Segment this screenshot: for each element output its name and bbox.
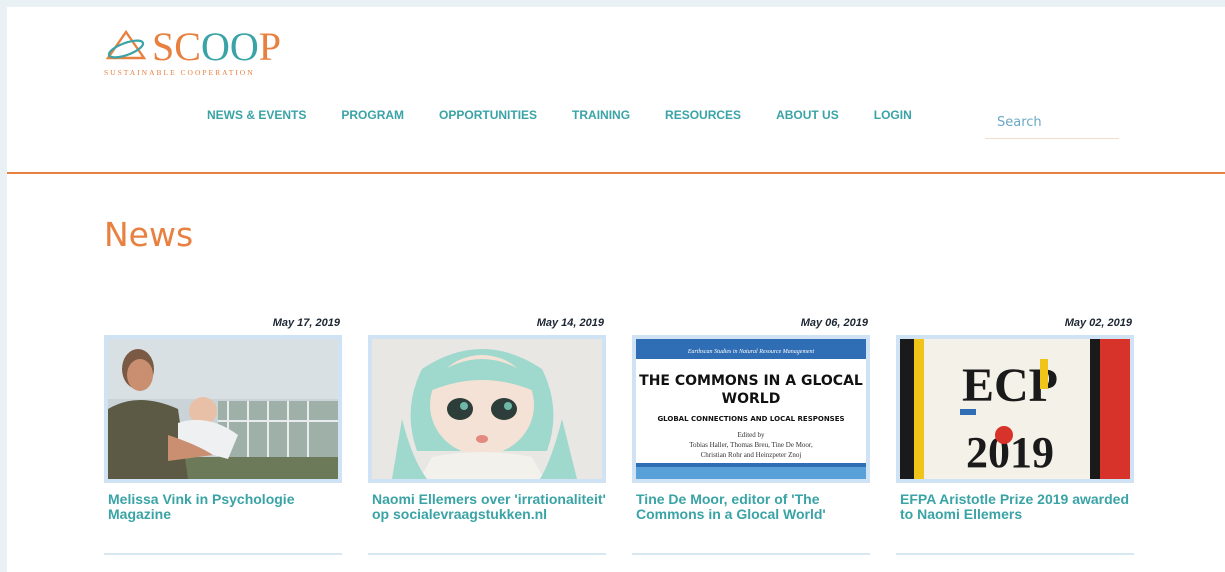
news-image-book-cover[interactable]: Earthscan Studies in Natural Resource Ma… bbox=[632, 335, 870, 483]
news-title[interactable]: Melissa Vink in Psychologie Magazine bbox=[104, 492, 342, 522]
news-title[interactable]: EFPA Aristotle Prize 2019 awarded to Nao… bbox=[896, 492, 1134, 522]
nav-login[interactable]: LOGIN bbox=[874, 108, 912, 122]
book-edited-by-text: Edited by bbox=[737, 431, 765, 439]
svg-text:WORLD: WORLD bbox=[722, 391, 781, 407]
news-date: May 17, 2019 bbox=[272, 317, 340, 329]
nav-about-us[interactable]: ABOUT US bbox=[776, 108, 839, 122]
card-divider bbox=[368, 553, 606, 555]
news-date: May 14, 2019 bbox=[536, 317, 604, 329]
news-card: May 14, 2019 Naomi Ellemers over 'irrati… bbox=[368, 315, 606, 557]
logo-mark-icon bbox=[105, 29, 147, 60]
page-title: News bbox=[104, 215, 194, 254]
card-divider bbox=[896, 553, 1134, 555]
nav-program[interactable]: PROGRAM bbox=[341, 108, 404, 122]
search-input[interactable] bbox=[985, 107, 1119, 139]
page: SCOOP SUSTAINABLE COOPERATION NEWS & EVE… bbox=[7, 7, 1225, 572]
nav-news-events[interactable]: NEWS & EVENTS bbox=[207, 108, 306, 122]
site-header: SCOOP SUSTAINABLE COOPERATION NEWS & EVE… bbox=[7, 7, 1225, 174]
news-image-father-baby[interactable] bbox=[104, 335, 342, 483]
news-date: May 02, 2019 bbox=[1064, 317, 1132, 329]
news-card: May 02, 2019 ECP 2019 EFPA Aristotle Pri… bbox=[896, 315, 1134, 557]
news-title[interactable]: Naomi Ellemers over 'irrationaliteit' op… bbox=[368, 492, 606, 522]
card-divider bbox=[632, 553, 870, 555]
news-card: May 06, 2019 Earthscan Studies in Natura… bbox=[632, 315, 870, 557]
book-editors-text-1: Tobias Haller, Thomas Breu, Tine De Moor… bbox=[689, 441, 813, 449]
news-title[interactable]: Tine De Moor, editor of 'The Commons in … bbox=[632, 492, 870, 522]
book-subtitle-text: GLOBAL CONNECTIONS AND LOCAL RESPONSES bbox=[657, 415, 844, 423]
nav-opportunities[interactable]: OPPORTUNITIES bbox=[439, 108, 537, 122]
book-editors-text-2: Christian Rohr and Heinzpeter Znoj bbox=[701, 451, 802, 459]
news-card: May 17, 2019 Melissa Vink in Psychologie… bbox=[104, 315, 342, 557]
svg-text:THE COMMONS IN A GLOCAL: THE COMMONS IN A GLOCAL bbox=[639, 373, 863, 389]
book-series-text: Earthscan Studies in Natural Resource Ma… bbox=[687, 349, 815, 355]
logo-tagline: SUSTAINABLE COOPERATION bbox=[104, 68, 255, 77]
news-image-doll[interactable] bbox=[368, 335, 606, 483]
news-date: May 06, 2019 bbox=[800, 317, 868, 329]
logo-wordmark: SCOOP bbox=[152, 24, 281, 69]
nav-resources[interactable]: RESOURCES bbox=[665, 108, 741, 122]
card-divider bbox=[104, 553, 342, 555]
news-image-ecp-poster[interactable]: ECP 2019 bbox=[896, 335, 1134, 483]
news-list: May 17, 2019 Melissa Vink in Psychologie… bbox=[104, 315, 1160, 557]
main-nav: NEWS & EVENTS PROGRAM OPPORTUNITIES TRAI… bbox=[207, 108, 947, 122]
scoop-logo[interactable]: SCOOP SUSTAINABLE COOPERATION bbox=[104, 24, 281, 77]
nav-training[interactable]: TRAINING bbox=[572, 108, 630, 122]
